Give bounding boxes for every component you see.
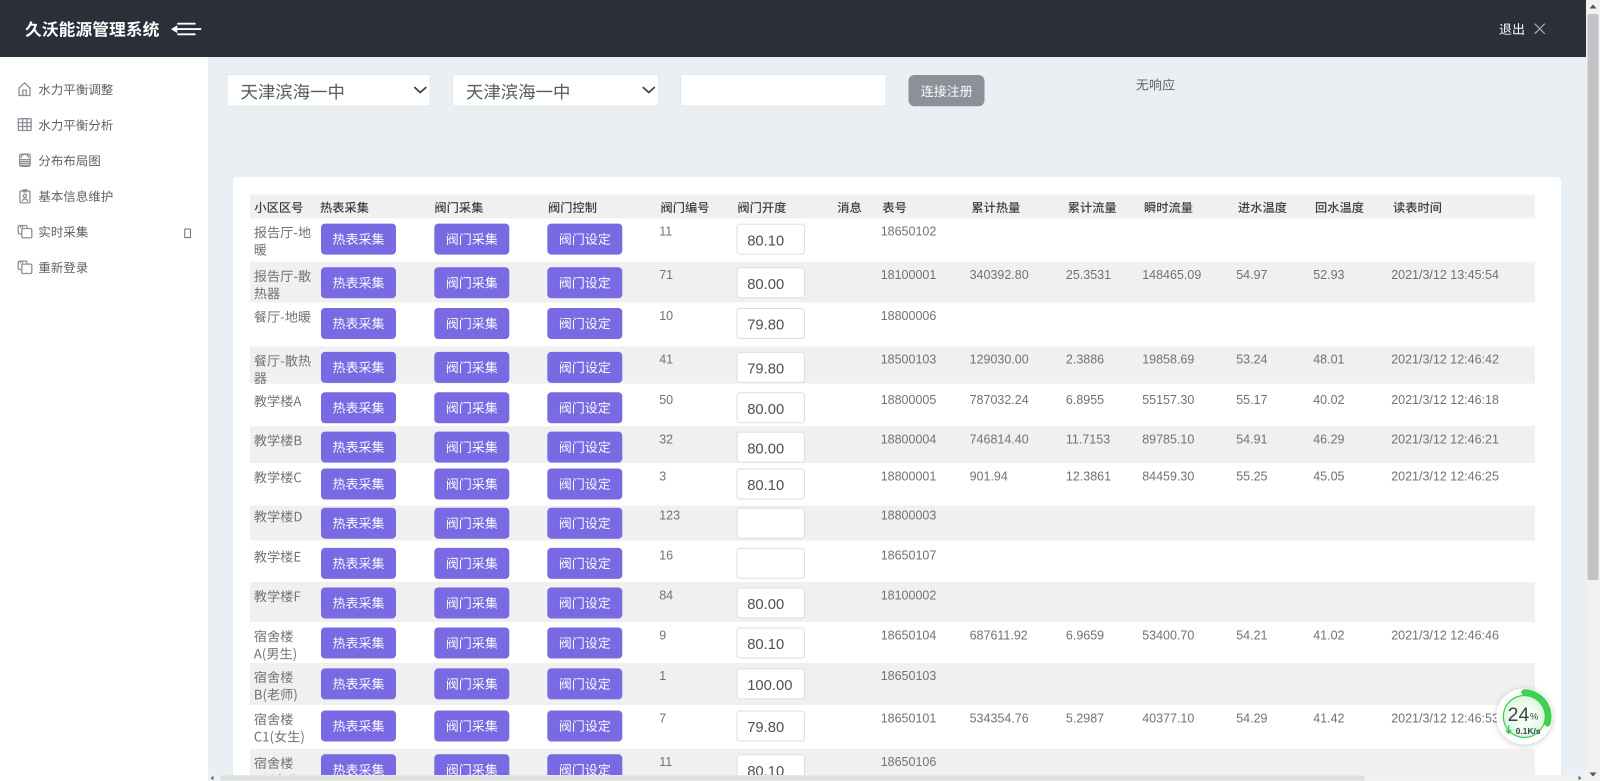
svg-text:54.29: 54.29	[1236, 711, 1267, 725]
svg-text:55.17: 55.17	[1236, 393, 1267, 407]
svg-text:9: 9	[659, 628, 666, 642]
svg-text:32: 32	[659, 432, 673, 446]
svg-text:123: 123	[659, 509, 680, 523]
svg-text:79.80: 79.80	[747, 318, 784, 334]
svg-text:40377.10: 40377.10	[1142, 711, 1194, 725]
svg-text:787032.24: 787032.24	[970, 393, 1029, 407]
svg-text:46.29: 46.29	[1313, 432, 1344, 446]
svg-text:7: 7	[659, 711, 666, 725]
svg-text:10: 10	[659, 309, 673, 323]
svg-text:80.00: 80.00	[747, 277, 784, 293]
svg-text:89785.10: 89785.10	[1142, 432, 1194, 446]
svg-text:18650106: 18650106	[881, 755, 937, 769]
svg-text:534354.76: 534354.76	[970, 711, 1029, 725]
svg-text:71: 71	[659, 268, 673, 282]
svg-text:24: 24	[1508, 704, 1530, 726]
svg-text:6.9659: 6.9659	[1066, 628, 1104, 642]
svg-text:80.00: 80.00	[747, 441, 784, 457]
svg-text:54.91: 54.91	[1236, 432, 1267, 446]
svg-text:746814.40: 746814.40	[970, 432, 1029, 446]
svg-text:19858.69: 19858.69	[1142, 353, 1194, 367]
svg-text:80.10: 80.10	[747, 637, 784, 653]
svg-text:18100001: 18100001	[881, 268, 937, 282]
svg-text:901.94: 901.94	[970, 469, 1008, 483]
svg-text:687611.92: 687611.92	[970, 628, 1028, 642]
svg-text:18800001: 18800001	[881, 469, 937, 483]
svg-text:41.42: 41.42	[1313, 711, 1344, 725]
svg-text:11.7153: 11.7153	[1066, 432, 1110, 446]
svg-text:50: 50	[659, 393, 673, 407]
svg-text:148465.09: 148465.09	[1142, 268, 1201, 282]
svg-text:53.24: 53.24	[1236, 353, 1267, 367]
svg-text:18650107: 18650107	[881, 549, 937, 563]
svg-text:25.3531: 25.3531	[1066, 268, 1111, 282]
svg-text:52.93: 52.93	[1313, 268, 1344, 282]
svg-text:41.02: 41.02	[1313, 628, 1344, 642]
svg-text:55157.30: 55157.30	[1142, 393, 1194, 407]
svg-text:2021/3/12 12:46:42: 2021/3/12 12:46:42	[1391, 353, 1499, 367]
svg-text:54.21: 54.21	[1236, 628, 1267, 642]
svg-text:80.00: 80.00	[747, 597, 784, 613]
svg-text:2021/3/12 12:46:46: 2021/3/12 12:46:46	[1391, 628, 1499, 642]
svg-text:80.00: 80.00	[747, 402, 784, 418]
svg-text:18800003: 18800003	[881, 509, 937, 523]
svg-text:2021/3/12 13:45:54: 2021/3/12 13:45:54	[1391, 268, 1499, 282]
svg-text:18500103: 18500103	[881, 353, 937, 367]
svg-text:18650103: 18650103	[881, 669, 937, 683]
svg-text:2021/3/12 12:46:21: 2021/3/12 12:46:21	[1391, 432, 1499, 446]
svg-text:55.25: 55.25	[1236, 469, 1267, 483]
svg-text:11: 11	[659, 755, 672, 769]
svg-text:18650102: 18650102	[881, 224, 937, 238]
svg-text:3: 3	[659, 469, 666, 483]
svg-text:2021/3/12 12:46:25: 2021/3/12 12:46:25	[1391, 469, 1499, 483]
svg-text:79.80: 79.80	[747, 362, 784, 378]
svg-text:1: 1	[659, 669, 666, 683]
svg-text:16: 16	[659, 549, 673, 563]
svg-text:2.3886: 2.3886	[1066, 353, 1104, 367]
svg-text:2021/3/12 12:46:18: 2021/3/12 12:46:18	[1391, 393, 1499, 407]
svg-text:100.00: 100.00	[747, 678, 792, 694]
svg-text:5.2987: 5.2987	[1066, 711, 1104, 725]
svg-text:45.05: 45.05	[1313, 469, 1344, 483]
svg-text:18800005: 18800005	[881, 393, 937, 407]
svg-text:80.10: 80.10	[747, 233, 784, 249]
svg-text:41: 41	[659, 353, 673, 367]
svg-text:%: %	[1530, 712, 1539, 723]
svg-text:18800004: 18800004	[881, 432, 937, 446]
svg-text:18650101: 18650101	[881, 711, 937, 725]
svg-text:18800006: 18800006	[881, 309, 937, 323]
svg-text:84459.30: 84459.30	[1142, 469, 1194, 483]
svg-text:79.80: 79.80	[747, 720, 784, 736]
svg-text:0.1K/s: 0.1K/s	[1516, 726, 1541, 736]
svg-text:40.02: 40.02	[1313, 393, 1344, 407]
svg-text:54.97: 54.97	[1236, 268, 1267, 282]
svg-text:11: 11	[659, 224, 672, 238]
svg-text:129030.00: 129030.00	[970, 353, 1029, 367]
svg-text:6.8955: 6.8955	[1066, 393, 1104, 407]
svg-text:48.01: 48.01	[1313, 353, 1344, 367]
svg-text:2021/3/12 12:46:53: 2021/3/12 12:46:53	[1391, 711, 1499, 725]
svg-text:80.10: 80.10	[747, 478, 784, 494]
svg-text:340392.80: 340392.80	[970, 268, 1029, 282]
svg-text:12.3861: 12.3861	[1066, 469, 1111, 483]
svg-text:18100002: 18100002	[881, 588, 937, 602]
svg-text:18650104: 18650104	[881, 628, 937, 642]
svg-text:84: 84	[659, 588, 673, 602]
svg-text:53400.70: 53400.70	[1142, 628, 1194, 642]
